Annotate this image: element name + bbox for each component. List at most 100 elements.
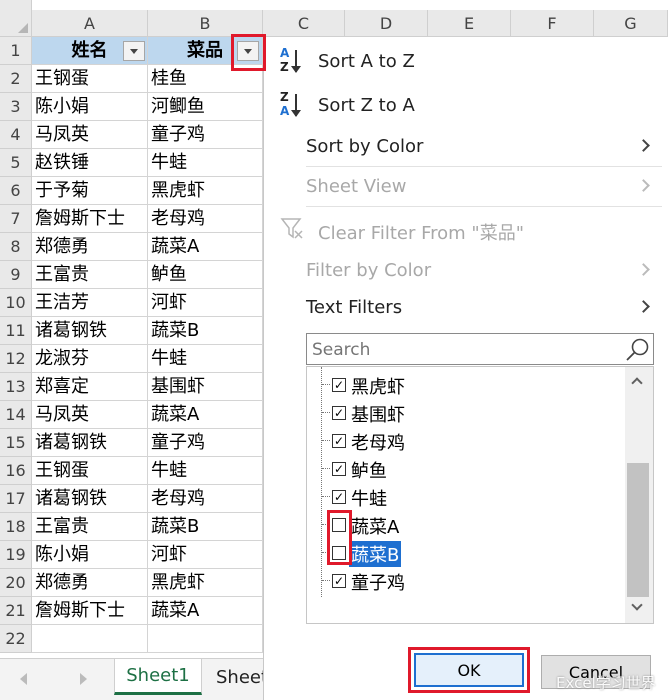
filter-list-item[interactable]: 蔬菜A <box>307 511 623 539</box>
cell-b[interactable]: 蔬菜A <box>148 597 263 625</box>
cell-a[interactable]: 马凤英 <box>32 121 148 149</box>
row-header[interactable]: 8 <box>0 233 32 261</box>
search-box[interactable] <box>306 333 654 365</box>
filter-list-item[interactable]: 蔬菜B <box>307 539 623 567</box>
row-header[interactable]: 2 <box>0 65 32 93</box>
sort-z-to-a[interactable]: Sort Z to A <box>318 95 415 116</box>
cell-b[interactable]: 河鲫鱼 <box>148 93 263 121</box>
checkbox-checked[interactable]: ✓ <box>332 434 346 448</box>
row-header[interactable]: 15 <box>0 429 32 457</box>
cell-a[interactable]: 马凤英 <box>32 401 148 429</box>
cell-a[interactable]: 王钢蛋 <box>32 457 148 485</box>
cell-b[interactable]: 河虾 <box>148 289 263 317</box>
column-header-c[interactable]: C <box>263 10 345 37</box>
row-header[interactable]: 17 <box>0 485 32 513</box>
cell-a[interactable]: 詹姆斯下士 <box>32 205 148 233</box>
cell-a[interactable]: 陈小娟 <box>32 93 148 121</box>
filter-value-list[interactable]: ✓ 黑虎虾 ✓ 基围虾 ✓ 老母鸡 ✓ 鲈鱼 ✓ 牛蛙 蔬菜A 蔬菜B ✓ 童子鸡 <box>306 366 654 624</box>
cell-a[interactable]: 王洁芳 <box>32 289 148 317</box>
cell-b[interactable]: 鲈鱼 <box>148 261 263 289</box>
row-header[interactable]: 22 <box>0 625 32 653</box>
filter-list-item[interactable]: ✓ 牛蛙 <box>307 483 623 511</box>
cell-a[interactable]: 诸葛钢铁 <box>32 485 148 513</box>
column-header-b[interactable]: B <box>148 10 263 37</box>
cell-b[interactable]: 河虾 <box>148 541 263 569</box>
cell-a[interactable]: 赵铁锤 <box>32 149 148 177</box>
scrollbar-thumb[interactable] <box>627 463 649 597</box>
cell-b[interactable]: 老母鸡 <box>148 485 263 513</box>
cell-b[interactable]: 童子鸡 <box>148 121 263 149</box>
row-header[interactable]: 20 <box>0 569 32 597</box>
row-header[interactable]: 21 <box>0 597 32 625</box>
filter-list-item[interactable]: ✓ 鲈鱼 <box>307 455 623 483</box>
cell-b[interactable]: 牛蛙 <box>148 345 263 373</box>
checkbox-checked[interactable]: ✓ <box>332 490 346 504</box>
cell-b[interactable]: 蔬菜A <box>148 401 263 429</box>
ok-button[interactable]: OK <box>414 653 524 687</box>
sort-by-color[interactable]: Sort by Color <box>306 136 423 157</box>
row-header[interactable]: 10 <box>0 289 32 317</box>
row-header[interactable]: 12 <box>0 345 32 373</box>
sort-a-to-z[interactable]: Sort A to Z <box>318 51 415 72</box>
column-header-a[interactable]: A <box>32 10 148 37</box>
tab-scroll-left-icon[interactable] <box>20 673 27 685</box>
checkbox-checked[interactable]: ✓ <box>332 406 346 420</box>
filter-list-item[interactable]: ✓ 童子鸡 <box>307 567 623 595</box>
row-header[interactable]: 3 <box>0 93 32 121</box>
cell-b[interactable]: 黑虎虾 <box>148 569 263 597</box>
cell-a[interactable]: 王钢蛋 <box>32 65 148 93</box>
filter-list-item[interactable]: ✓ 基围虾 <box>307 399 623 427</box>
cell-b[interactable]: 蔬菜A <box>148 233 263 261</box>
checkbox-checked[interactable]: ✓ <box>332 462 346 476</box>
cell-a[interactable]: 王富贵 <box>32 513 148 541</box>
cell-a[interactable] <box>32 625 148 653</box>
search-input[interactable] <box>310 336 614 364</box>
cell-b[interactable]: 牛蛙 <box>148 457 263 485</box>
tab-scroll-right-icon[interactable] <box>80 673 87 685</box>
sheet-tab-next[interactable]: Sheet <box>204 659 268 695</box>
cell-a[interactable]: 郑德勇 <box>32 569 148 597</box>
select-all-corner[interactable] <box>0 0 32 37</box>
row-header[interactable]: 18 <box>0 513 32 541</box>
text-filters[interactable]: Text Filters <box>306 297 402 318</box>
cell-a[interactable]: 诸葛钢铁 <box>32 429 148 457</box>
row-header[interactable]: 9 <box>0 261 32 289</box>
row-header[interactable]: 7 <box>0 205 32 233</box>
column-header-d[interactable]: D <box>345 10 428 37</box>
cell-a[interactable]: 于予菊 <box>32 177 148 205</box>
row-header[interactable]: 13 <box>0 373 32 401</box>
cell-a[interactable]: 诸葛钢铁 <box>32 317 148 345</box>
row-header[interactable]: 1 <box>0 37 32 65</box>
filter-list-item[interactable]: ✓ 老母鸡 <box>307 427 623 455</box>
column-header-g[interactable]: G <box>594 10 668 37</box>
cell-b[interactable] <box>148 625 263 653</box>
column-header-e[interactable]: E <box>428 10 511 37</box>
row-header[interactable]: 6 <box>0 177 32 205</box>
column-header-f[interactable]: F <box>511 10 594 37</box>
filter-button-name[interactable] <box>123 41 145 61</box>
cell-a[interactable]: 郑德勇 <box>32 233 148 261</box>
checkbox-checked[interactable]: ✓ <box>332 574 346 588</box>
cell-a[interactable]: 陈小娟 <box>32 541 148 569</box>
row-header[interactable]: 14 <box>0 401 32 429</box>
row-header[interactable]: 4 <box>0 121 32 149</box>
search-icon[interactable] <box>625 337 651 363</box>
cell-b[interactable]: 童子鸡 <box>148 429 263 457</box>
checkbox-checked[interactable]: ✓ <box>332 378 346 392</box>
cell-b[interactable]: 老母鸡 <box>148 205 263 233</box>
cell-a[interactable]: 王富贵 <box>32 261 148 289</box>
cell-a[interactable]: 龙淑芬 <box>32 345 148 373</box>
cell-b[interactable]: 基围虾 <box>148 373 263 401</box>
cell-a[interactable]: 郑喜定 <box>32 373 148 401</box>
row-header[interactable]: 16 <box>0 457 32 485</box>
cell-b[interactable]: 黑虎虾 <box>148 177 263 205</box>
row-header[interactable]: 5 <box>0 149 32 177</box>
filter-list-item[interactable]: ✓ 黑虎虾 <box>307 371 623 399</box>
sheet-tab-sheet1[interactable]: Sheet1 <box>114 659 202 695</box>
row-header[interactable]: 11 <box>0 317 32 345</box>
cell-b[interactable]: 牛蛙 <box>148 149 263 177</box>
row-header[interactable]: 19 <box>0 541 32 569</box>
cell-b[interactable]: 蔬菜B <box>148 317 263 345</box>
cell-b[interactable]: 蔬菜B <box>148 513 263 541</box>
cell-a[interactable]: 詹姆斯下士 <box>32 597 148 625</box>
